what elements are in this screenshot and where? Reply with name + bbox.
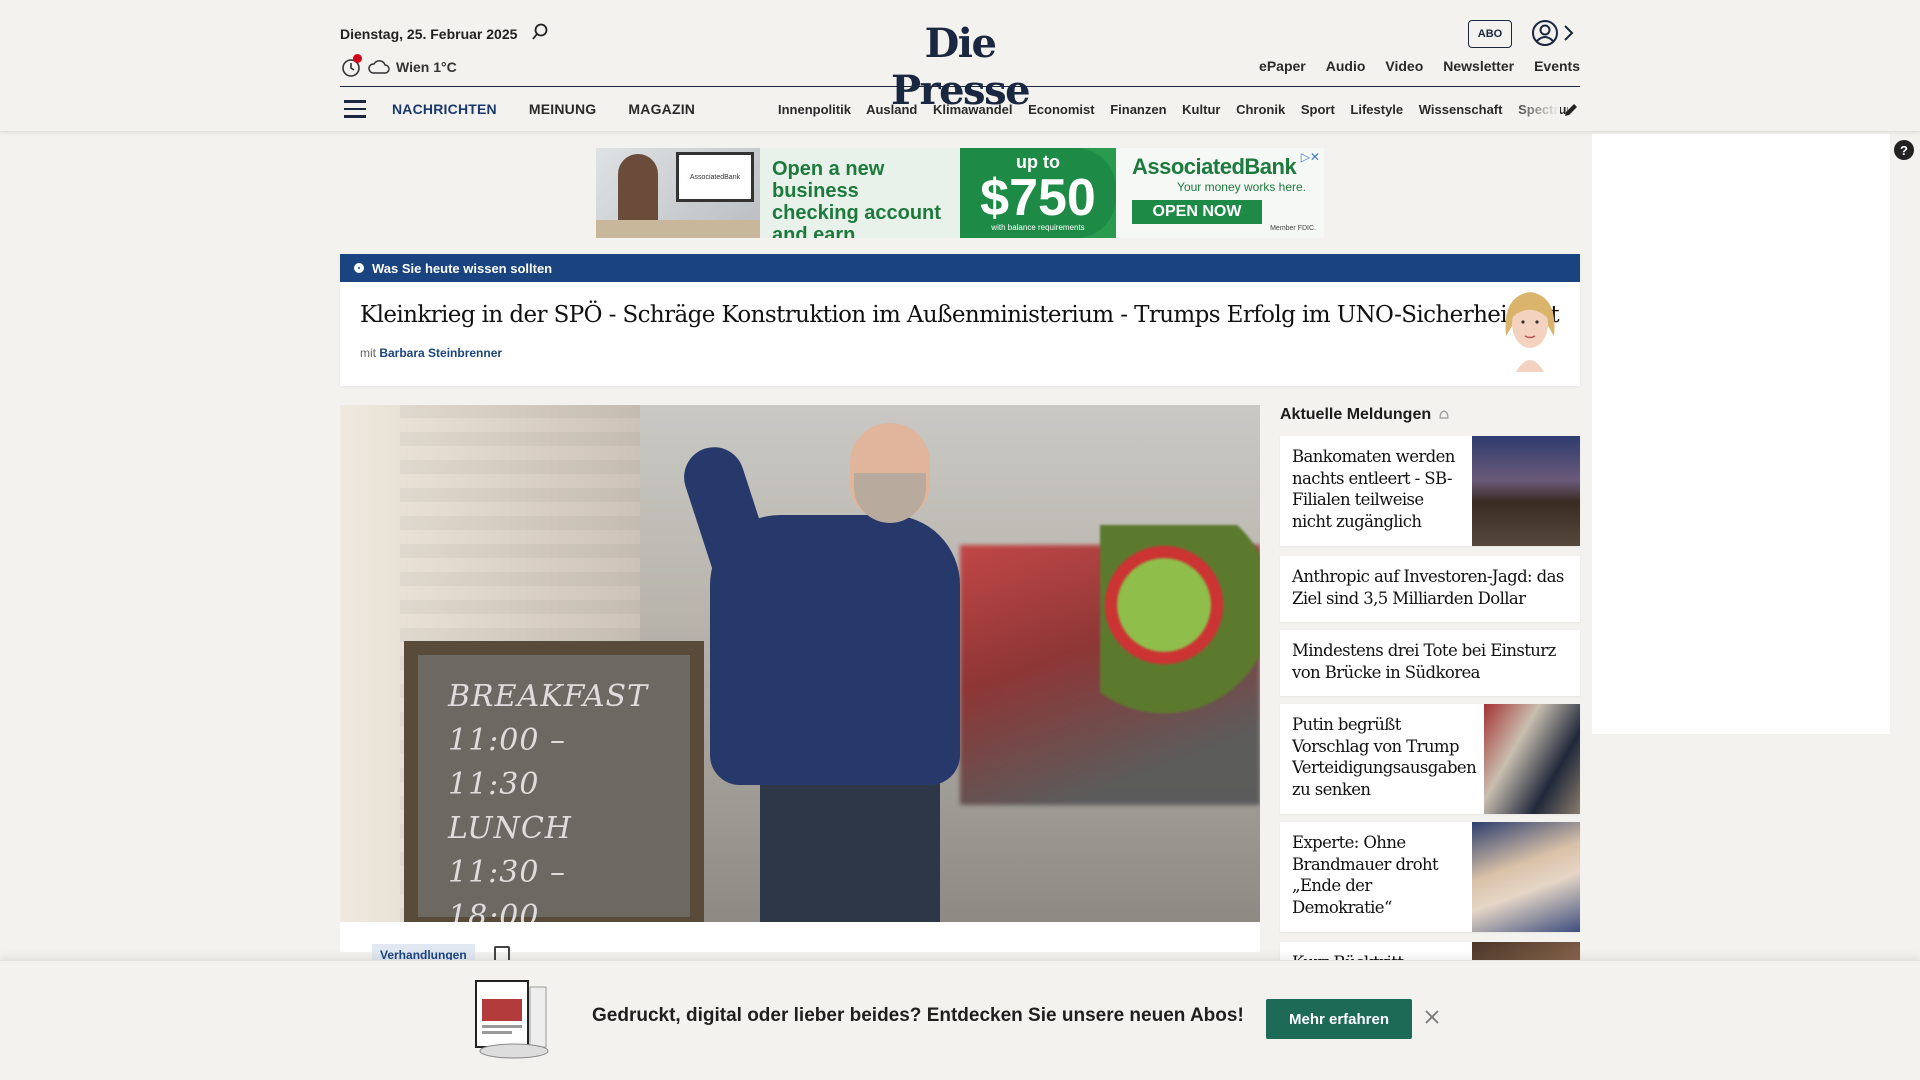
- sign-line-3: LUNCH: [448, 811, 572, 846]
- nav-magazin[interactable]: MAGAZIN: [628, 101, 695, 117]
- news-item[interactable]: Bankomaten werden nachts entleert - SB-F…: [1280, 436, 1580, 546]
- hero-card: [340, 922, 1260, 952]
- ad-brand-name: AssociatedBank: [1132, 154, 1297, 179]
- sub-nav-fade: [1510, 96, 1560, 124]
- ad-amount-box: up to $750 with balance requirements: [960, 148, 1116, 238]
- site-logo[interactable]: Die Presse: [860, 20, 1060, 114]
- link-events[interactable]: Events: [1534, 58, 1580, 74]
- news-item-thumbnail: [1484, 704, 1580, 814]
- author-avatar: [1505, 292, 1555, 372]
- ad-cta-button[interactable]: OPEN NOW: [1132, 200, 1262, 224]
- briefing-label: Was Sie heute wissen sollten: [372, 260, 553, 276]
- cloud-icon: [368, 60, 390, 74]
- byline-prefix: mit: [360, 346, 376, 360]
- briefing-box[interactable]: Was Sie heute wissen sollten Kleinkrieg …: [340, 254, 1580, 386]
- news-item-text[interactable]: Bankomaten werden nachts entleert - SB-F…: [1292, 446, 1462, 532]
- news-item[interactable]: Mindestens drei Tote bei Einsturz von Br…: [1280, 630, 1580, 696]
- site-header: Dienstag, 25. Februar 2025 Wien 1°C Die …: [0, 0, 1920, 132]
- briefing-bullet-icon: [354, 263, 364, 273]
- subnav-lifestyle[interactable]: Lifestyle: [1350, 102, 1403, 117]
- byline-author[interactable]: Barbara Steinbrenner: [379, 346, 502, 360]
- ad-headline: Open a new business checking account and…: [760, 148, 960, 238]
- subnav-chronik[interactable]: Chronik: [1236, 102, 1285, 117]
- menu-icon[interactable]: [344, 100, 366, 118]
- link-epaper[interactable]: ePaper: [1259, 58, 1306, 74]
- subnav-finanzen[interactable]: Finanzen: [1110, 102, 1166, 117]
- bell-icon[interactable]: [1437, 408, 1451, 422]
- subnav-wissenschaft[interactable]: Wissenschaft: [1419, 102, 1503, 117]
- ad-brand-box: AssociatedBank Your money works here. OP…: [1116, 148, 1324, 238]
- right-ad-panel: [1592, 134, 1890, 734]
- user-account-icon[interactable]: [1531, 19, 1559, 47]
- nav-divider: [340, 86, 1580, 87]
- subnav-economist[interactable]: Economist: [1028, 102, 1094, 117]
- chevron-right-icon[interactable]: [1562, 22, 1576, 44]
- news-item[interactable]: Experte: Ohne Brandmauer droht „Ende der…: [1280, 822, 1580, 932]
- weather-text: Wien 1°C: [396, 59, 457, 75]
- news-item[interactable]: Putin begrüßt Vorschlag von Trump Vertei…: [1280, 704, 1580, 814]
- sign-line-2: 11:00 – 11:30: [448, 723, 566, 802]
- subscription-banner: Gedruckt, digital oder lieber beides? En…: [0, 960, 1920, 1080]
- subnav-kultur[interactable]: Kultur: [1182, 102, 1220, 117]
- news-item-thumbnail: [1472, 436, 1580, 546]
- ad-screen-logo: AssociatedBank: [676, 152, 754, 202]
- ad-close-icon[interactable]: ▷✕: [1301, 150, 1320, 164]
- news-item-thumbnail: [1472, 822, 1580, 932]
- ad-photo: AssociatedBank: [596, 148, 760, 238]
- nav-meinung[interactable]: MEINUNG: [529, 101, 597, 117]
- top-links: ePaper Audio Video Newsletter Events: [1259, 58, 1580, 74]
- sub-nav: Innenpolitik Ausland Klimawandel Economi…: [778, 102, 1568, 117]
- ad-banner[interactable]: AssociatedBank Open a new business check…: [596, 148, 1324, 238]
- header-inner: Dienstag, 25. Februar 2025 Wien 1°C Die …: [340, 0, 1580, 132]
- subnav-innenpolitik[interactable]: Innenpolitik: [778, 102, 851, 117]
- newspaper-icon: [475, 980, 549, 1059]
- ad-tagline: Your money works here.: [1177, 180, 1306, 194]
- close-icon[interactable]: [1424, 1009, 1440, 1025]
- sidebar-title: Aktuelle Meldungen: [1280, 406, 1451, 424]
- ad-fdic: Member FDIC.: [1270, 225, 1316, 232]
- pencil-icon[interactable]: [1562, 101, 1580, 119]
- subnav-klimawandel[interactable]: Klimawandel: [933, 102, 1012, 117]
- chalkboard-sign: BREAKFAST 11:00 – 11:30 LUNCH 11:30 – 18…: [404, 641, 704, 922]
- subnav-ausland[interactable]: Ausland: [866, 102, 917, 117]
- nav-nachrichten[interactable]: NACHRICHTEN: [392, 101, 497, 117]
- more-info-button[interactable]: Mehr erfahren: [1266, 999, 1412, 1039]
- subnav-sport[interactable]: Sport: [1301, 102, 1335, 117]
- weather-row: Wien 1°C: [340, 54, 457, 78]
- notification-dot: [353, 54, 362, 63]
- news-item-text[interactable]: Mindestens drei Tote bei Einsturz von Br…: [1292, 640, 1572, 683]
- link-audio[interactable]: Audio: [1326, 58, 1366, 74]
- main-nav: NACHRICHTEN MEINUNG MAGAZIN: [392, 101, 695, 117]
- sidebar-title-text: Aktuelle Meldungen: [1280, 406, 1432, 423]
- abo-button[interactable]: ABO: [1468, 20, 1512, 48]
- banner-text: Gedruckt, digital oder lieber beides? En…: [592, 1005, 1244, 1026]
- news-item[interactable]: Anthropic auf Investoren-Jagd: das Ziel …: [1280, 556, 1580, 622]
- news-item-text[interactable]: Putin begrüßt Vorschlag von Trump Vertei…: [1292, 714, 1477, 800]
- chalkboard: BREAKFAST 11:00 – 11:30 LUNCH 11:30 – 18…: [418, 655, 690, 922]
- briefing-title[interactable]: Kleinkrieg in der SPÖ - Schräge Konstruk…: [360, 302, 1560, 328]
- search-icon[interactable]: [530, 22, 550, 42]
- ad-amount: $750: [980, 169, 1096, 227]
- link-video[interactable]: Video: [1385, 58, 1423, 74]
- sign-line-4: 11:30 – 18:00: [448, 855, 566, 922]
- sign-line-1: BREAKFAST: [448, 679, 649, 714]
- news-item-text[interactable]: Anthropic auf Investoren-Jagd: das Ziel …: [1292, 566, 1572, 609]
- history-icon[interactable]: [340, 54, 362, 78]
- news-item-text[interactable]: Experte: Ohne Brandmauer droht „Ende der…: [1292, 832, 1442, 918]
- briefing-byline: mit Barbara Steinbrenner: [360, 346, 502, 360]
- info-icon[interactable]: ?: [1894, 140, 1914, 160]
- hero-image[interactable]: BREAKFAST 11:00 – 11:30 LUNCH 11:30 – 18…: [340, 405, 1260, 922]
- current-date: Dienstag, 25. Februar 2025: [340, 26, 518, 42]
- briefing-bar: Was Sie heute wissen sollten: [340, 254, 1580, 282]
- link-newsletter[interactable]: Newsletter: [1443, 58, 1514, 74]
